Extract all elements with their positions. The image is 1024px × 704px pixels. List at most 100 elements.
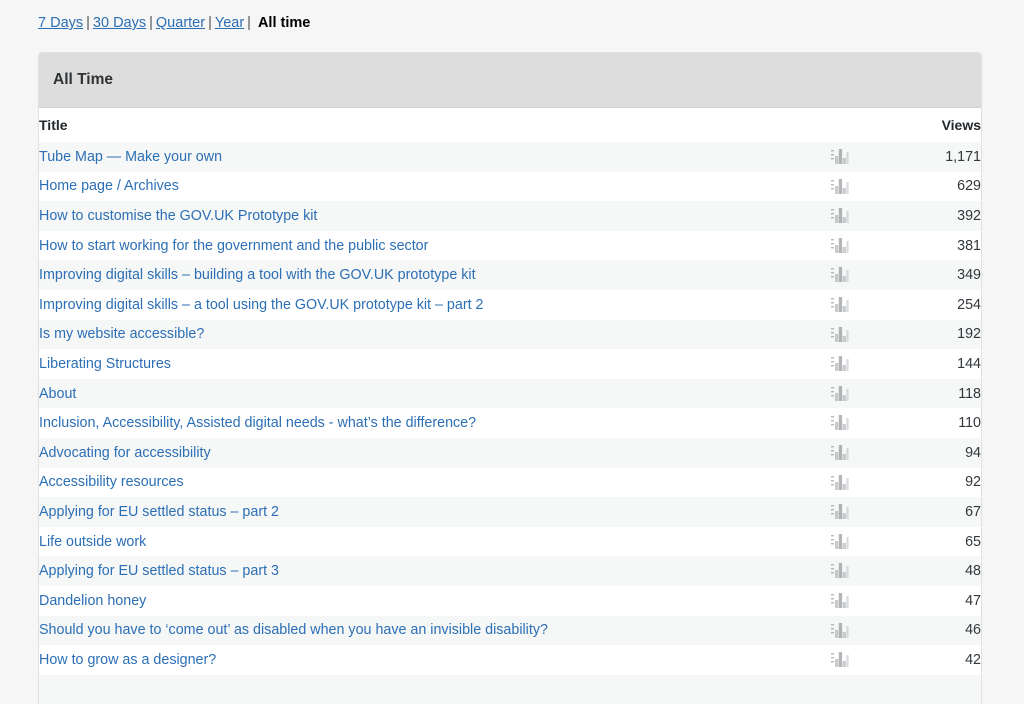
table-cell-views: 254 — [869, 289, 981, 320]
bar-chart-icon[interactable] — [831, 562, 849, 579]
table-head: Title Views — [39, 108, 981, 142]
table-cell-chart — [811, 260, 869, 290]
table-cell-title: Inclusion, Accessibility, Assisted digit… — [39, 408, 811, 438]
bar-chart-icon[interactable] — [831, 148, 849, 165]
post-title-link[interactable]: Improving digital skills – building a to… — [39, 267, 476, 283]
table-cell-title: Improving digital skills – a tool using … — [39, 289, 811, 320]
post-title-link[interactable]: Applying for EU settled status – part 2 — [39, 504, 279, 520]
table-row: Improving digital skills – a tool using … — [39, 289, 981, 320]
period-separator: | — [247, 15, 251, 31]
bar-chart-icon[interactable] — [831, 385, 849, 402]
table-cell-chart — [811, 319, 869, 350]
post-title-link[interactable]: Home page / Archives — [39, 178, 179, 194]
post-title-link[interactable]: Inclusion, Accessibility, Assisted digit… — [39, 415, 476, 431]
period-link-year[interactable]: Year — [215, 15, 244, 31]
table-row: About 118 — [39, 378, 981, 409]
table-cell-views: 629 — [869, 171, 981, 202]
post-title-link[interactable]: Is my website accessible? — [39, 326, 204, 342]
table-cell-title: Should you have to ‘come out’ as disable… — [39, 615, 811, 646]
table-cell-chart — [811, 467, 869, 498]
bar-chart-icon[interactable] — [831, 326, 849, 343]
table-row: Applying for EU settled status – part 3 4… — [39, 556, 981, 586]
table-cell-title: Accessibility resources — [39, 467, 811, 498]
table-cell-title: Applying for EU settled status – part 3 — [39, 556, 811, 586]
table-cell-views: 65 — [869, 526, 981, 557]
table-row: Dandelion honey 47 — [39, 585, 981, 616]
table-cell-chart — [811, 674, 869, 704]
bar-chart-icon[interactable] — [831, 178, 849, 195]
table-cell-title: How to customise the GOV.UK Prototype ki… — [39, 201, 811, 231]
table-cell-title: Home page / Archives — [39, 171, 811, 202]
table-row: Accessibility resources 92 — [39, 467, 981, 498]
bar-chart-icon[interactable] — [831, 237, 849, 254]
table-row: Applying for EU settled status – part 2 6… — [39, 497, 981, 527]
table-cell-title: About — [39, 378, 811, 409]
table-cell-title: How to start working for the government … — [39, 230, 811, 261]
period-nav: 7 Days | 30 Days | Quarter | Year | All time — [0, 0, 1024, 32]
post-title-link[interactable]: About — [39, 386, 76, 402]
period-link-7-days[interactable]: 7 Days — [38, 15, 83, 31]
bar-chart-icon[interactable] — [831, 414, 849, 431]
bar-chart-icon[interactable] — [831, 651, 849, 668]
bar-chart-icon[interactable] — [831, 207, 849, 224]
post-title-link[interactable]: How to grow as a designer? — [39, 652, 216, 668]
bar-chart-icon[interactable] — [831, 622, 849, 639]
bar-chart-icon[interactable] — [831, 266, 849, 283]
table-row: How to customise the GOV.UK Prototype ki… — [39, 201, 981, 231]
period-link-all-time-active[interactable]: All time — [254, 15, 310, 31]
bar-chart-icon[interactable] — [831, 355, 849, 372]
table-row: How to start working for the government … — [39, 230, 981, 261]
table-cell-chart — [811, 556, 869, 586]
table-cell-views: 110 — [869, 408, 981, 438]
column-header-title[interactable]: Title — [39, 108, 811, 142]
table-row: Improving digital skills – building a to… — [39, 260, 981, 290]
period-link-30-days[interactable]: 30 Days — [93, 15, 146, 31]
table-cell-chart — [811, 437, 869, 468]
table-cell-views: 48 — [869, 556, 981, 586]
period-separator: | — [208, 15, 212, 31]
column-header-views[interactable]: Views — [869, 108, 981, 142]
post-title-link[interactable]: Applying for EU settled status – part 3 — [39, 563, 279, 579]
table-cell-chart — [811, 230, 869, 261]
bar-chart-icon[interactable] — [831, 444, 849, 461]
bar-chart-icon[interactable] — [831, 474, 849, 491]
post-title-link[interactable]: Tube Map — Make your own — [39, 149, 222, 165]
table-cell-views: 192 — [869, 319, 981, 350]
period-link-quarter[interactable]: Quarter — [156, 15, 205, 31]
table-cell-views — [869, 674, 981, 704]
table-cell-chart — [811, 171, 869, 202]
post-title-link[interactable]: How to start working for the government … — [39, 238, 428, 254]
post-title-link[interactable]: How to customise the GOV.UK Prototype ki… — [39, 208, 317, 224]
table-row: Is my website accessible? 192 — [39, 319, 981, 350]
table-row: Liberating Structures 144 — [39, 349, 981, 379]
post-title-link[interactable]: Should you have to ‘come out’ as disable… — [39, 622, 548, 638]
bar-chart-icon[interactable] — [831, 503, 849, 520]
table-cell-views: 94 — [869, 437, 981, 468]
table-cell-title: Advocating for accessibility — [39, 437, 811, 468]
column-header-chart — [811, 108, 869, 142]
bar-chart-icon[interactable] — [831, 296, 849, 313]
table-row: Should you have to ‘come out’ as disable… — [39, 615, 981, 646]
post-title-link[interactable]: Advocating for accessibility — [39, 445, 211, 461]
table-cell-views: 144 — [869, 349, 981, 379]
bar-chart-icon[interactable] — [831, 592, 849, 609]
post-title-link[interactable]: Liberating Structures — [39, 356, 171, 372]
table-cell-title: Applying for EU settled status – part 2 — [39, 497, 811, 527]
bar-chart-icon[interactable] — [831, 533, 849, 550]
table-cell-chart — [811, 349, 869, 379]
table-cell-chart — [811, 378, 869, 409]
panel-title: All Time — [53, 71, 114, 88]
table-cell-chart — [811, 408, 869, 438]
table-cell-views: 67 — [869, 497, 981, 527]
post-title-link[interactable]: Accessibility resources — [39, 474, 184, 490]
table-row — [39, 674, 981, 704]
table-cell-views: 92 — [869, 467, 981, 498]
post-title-link[interactable]: Life outside work — [39, 534, 146, 550]
post-title-link[interactable]: Improving digital skills – a tool using … — [39, 297, 484, 313]
post-title-link[interactable]: Dandelion honey — [39, 593, 146, 609]
table-cell-title: Liberating Structures — [39, 349, 811, 379]
table-cell-title: Dandelion honey — [39, 585, 811, 616]
top-posts-table: Title Views Tube Map — Make your own 1,17… — [39, 108, 981, 704]
stats-panel: All Time Title Views Tube Map — Make you… — [38, 52, 982, 704]
table-cell-chart — [811, 645, 869, 675]
